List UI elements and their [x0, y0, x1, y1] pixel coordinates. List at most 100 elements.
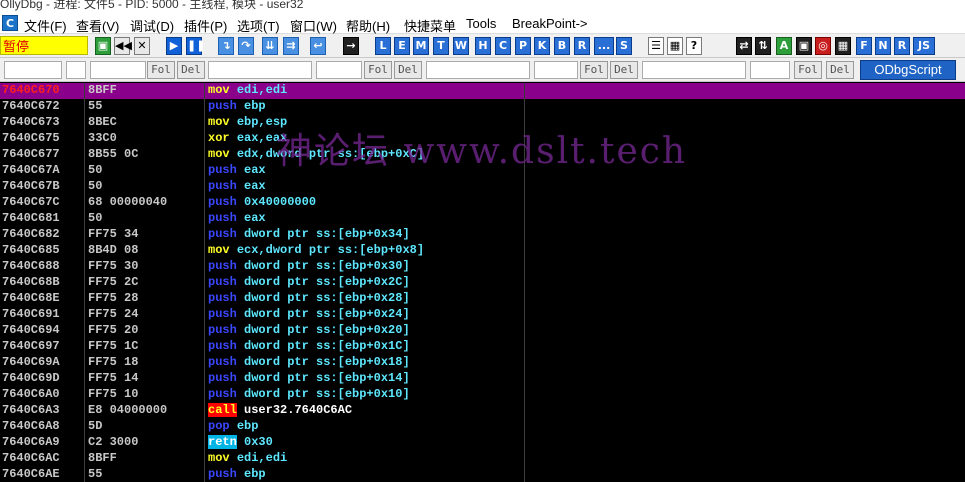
menu-options[interactable]: 选项(T) — [237, 16, 280, 35]
view-source-button[interactable]: S — [616, 37, 632, 55]
target-icon[interactable]: ◎ — [815, 37, 831, 55]
pause-icon[interactable]: ❚❚ — [186, 37, 205, 55]
step-over-icon[interactable]: ↷ — [238, 37, 254, 55]
menu-debug[interactable]: 调试(D) — [130, 16, 174, 35]
menu-window[interactable]: 窗口(W) — [290, 16, 337, 35]
disasm-row[interactable]: 7640C681 50 push eax — [0, 211, 965, 227]
view-windows-button[interactable]: W — [453, 37, 469, 55]
disasm-row[interactable]: 7640C68B FF75 2C push dword ptr ss:[ebp+0x… — [0, 275, 965, 291]
view-runtrace-button[interactable]: ... — [594, 37, 614, 55]
address-cell: 7640C688 — [2, 259, 60, 273]
view-cpu-button[interactable]: C — [495, 37, 511, 55]
disasm-row[interactable]: 7640C6AE 55 push ebp — [0, 467, 965, 482]
disasm-row[interactable]: 7640C69A FF75 18 push dword ptr ss:[ebp+0x… — [0, 355, 965, 371]
disasm-row[interactable]: 7640C6A3 E8 04000000 call user32.7640C6AC — [0, 403, 965, 419]
grid2-icon[interactable]: ▦ — [835, 37, 851, 55]
hex-bytes-cell: 8BFF — [88, 451, 117, 465]
list-icon[interactable]: ☰ — [648, 37, 664, 55]
view-patches-button[interactable]: P — [515, 37, 531, 55]
del-button-2[interactable]: Del — [394, 61, 422, 79]
plugin-f-button[interactable]: F — [856, 37, 872, 55]
disassembly-cell: push dword ptr ss:[ebp+0x14] — [208, 371, 410, 385]
goto-icon[interactable]: → — [343, 37, 359, 55]
menu-breakpoint[interactable]: BreakPoint-> — [512, 16, 588, 31]
menu-help[interactable]: 帮助(H) — [346, 16, 390, 35]
chip-icon[interactable]: ▣ — [796, 37, 812, 55]
run-icon[interactable]: ▶ — [166, 37, 182, 55]
disasm-row[interactable]: 7640C69D FF75 14 push dword ptr ss:[ebp+0x… — [0, 371, 965, 387]
disasm-row[interactable]: 7640C6A8 5D pop ebp — [0, 419, 965, 435]
disasm-row[interactable]: 7640C685 8B4D 08 mov ecx,dword ptr ss:[ebp… — [0, 243, 965, 259]
filter-input-9[interactable] — [750, 61, 790, 79]
filter-input-6[interactable] — [426, 61, 530, 79]
address-cell: 7640C685 — [2, 243, 60, 257]
plugin-n-button[interactable]: N — [875, 37, 891, 55]
trace-into-icon[interactable]: ⇊ — [262, 37, 278, 55]
trace-over-icon[interactable]: ⇉ — [283, 37, 299, 55]
fol-button-1[interactable]: Fol — [147, 61, 175, 79]
rewind-icon[interactable]: ◀◀ — [114, 37, 132, 55]
menu-shortcut[interactable]: 快捷菜单 — [404, 16, 456, 35]
filter-input-5[interactable] — [316, 61, 362, 79]
filter-input-2[interactable] — [66, 61, 86, 79]
plugin-r-button[interactable]: R — [894, 37, 910, 55]
view-callstack-button[interactable]: K — [534, 37, 550, 55]
view-modules-button[interactable]: E — [394, 37, 410, 55]
menu-plugins[interactable]: 插件(P) — [184, 16, 227, 35]
disasm-row[interactable]: 7640C6AC 8BFF mov edi,edi — [0, 451, 965, 467]
filter-input-3[interactable] — [90, 61, 146, 79]
view-handles-button[interactable]: H — [475, 37, 491, 55]
filter-input-4[interactable] — [208, 61, 312, 79]
disasm-row[interactable]: 7640C691 FF75 24 push dword ptr ss:[ebp+0x… — [0, 307, 965, 323]
disasm-row[interactable]: 7640C6A0 FF75 10 push dword ptr ss:[ebp+0x… — [0, 387, 965, 403]
view-threads-button[interactable]: T — [433, 37, 449, 55]
disasm-row[interactable]: 7640C697 FF75 1C push dword ptr ss:[ebp+0x… — [0, 339, 965, 355]
plugin-js-button[interactable]: JS — [913, 37, 935, 55]
disasm-row[interactable]: 7640C67B 50 push eax — [0, 179, 965, 195]
menu-file[interactable]: 文件(F) — [24, 16, 67, 35]
open-icon[interactable]: ▣ — [95, 37, 111, 55]
toggle-icon[interactable]: ⇄ — [736, 37, 752, 55]
menu-tools[interactable]: Tools — [466, 16, 496, 31]
grid-icon[interactable]: ▦ — [667, 37, 683, 55]
hex-bytes-cell: FF75 24 — [88, 307, 139, 321]
app-icon[interactable]: C — [2, 15, 18, 31]
del-button-3[interactable]: Del — [610, 61, 638, 79]
execute-till-return-icon[interactable]: ↩ — [310, 37, 326, 55]
odbgscript-button[interactable]: ODbgScript — [860, 60, 956, 80]
disasm-row[interactable]: 7640C688 FF75 30 push dword ptr ss:[ebp+0x… — [0, 259, 965, 275]
address-cell: 7640C69A — [2, 355, 60, 369]
del-button-1[interactable]: Del — [177, 61, 205, 79]
disassembly-cell: push eax — [208, 211, 266, 225]
filter-input-1[interactable] — [4, 61, 62, 79]
del-button-4[interactable]: Del — [826, 61, 854, 79]
view-breakpoints-button[interactable]: B — [554, 37, 570, 55]
step-into-icon[interactable]: ↴ — [218, 37, 234, 55]
close-icon[interactable]: ✕ — [134, 37, 150, 55]
fol-button-4[interactable]: Fol — [794, 61, 822, 79]
mnemonic: push — [208, 275, 237, 289]
fol-button-2[interactable]: Fol — [364, 61, 392, 79]
disasm-row[interactable]: 7640C6A9 C2 3000 retn 0x30 — [0, 435, 965, 451]
help-icon[interactable]: ? — [686, 37, 702, 55]
operands: dword ptr ss:[ebp+0x2C] — [244, 275, 410, 289]
disasm-row[interactable]: 7640C682 FF75 34 push dword ptr ss:[ebp+0x… — [0, 227, 965, 243]
main-toolbar: 暂停 ▣ ◀◀ ✕ ▶ ❚❚ ↴ ↷ ⇊ ⇉ ↩ → L E M T W H C… — [0, 34, 965, 58]
disasm-row[interactable]: 7640C670 8BFF mov edi,edi — [0, 83, 965, 99]
hex-bytes-cell: 8B55 0C — [88, 147, 139, 161]
filter-input-7[interactable] — [534, 61, 578, 79]
menu-view[interactable]: 查看(V) — [76, 16, 119, 35]
disasm-row[interactable]: 7640C672 55 push ebp — [0, 99, 965, 115]
disassembly-cell: pop ebp — [208, 419, 258, 433]
disasm-row[interactable]: 7640C694 FF75 20 push dword ptr ss:[ebp+0x… — [0, 323, 965, 339]
view-memory-button[interactable]: M — [413, 37, 429, 55]
view-log-button[interactable]: L — [375, 37, 391, 55]
updown-icon[interactable]: ⇅ — [755, 37, 771, 55]
a-icon[interactable]: A — [776, 37, 792, 55]
filter-input-8[interactable] — [642, 61, 746, 79]
menu-bar: C 文件(F) 查看(V) 调试(D) 插件(P) 选项(T) 窗口(W) 帮助… — [0, 12, 965, 34]
disasm-row[interactable]: 7640C67C 68 00000040 push 0x40000000 — [0, 195, 965, 211]
fol-button-3[interactable]: Fol — [580, 61, 608, 79]
view-references-button[interactable]: R — [574, 37, 590, 55]
disasm-row[interactable]: 7640C68E FF75 28 push dword ptr ss:[ebp+0x… — [0, 291, 965, 307]
